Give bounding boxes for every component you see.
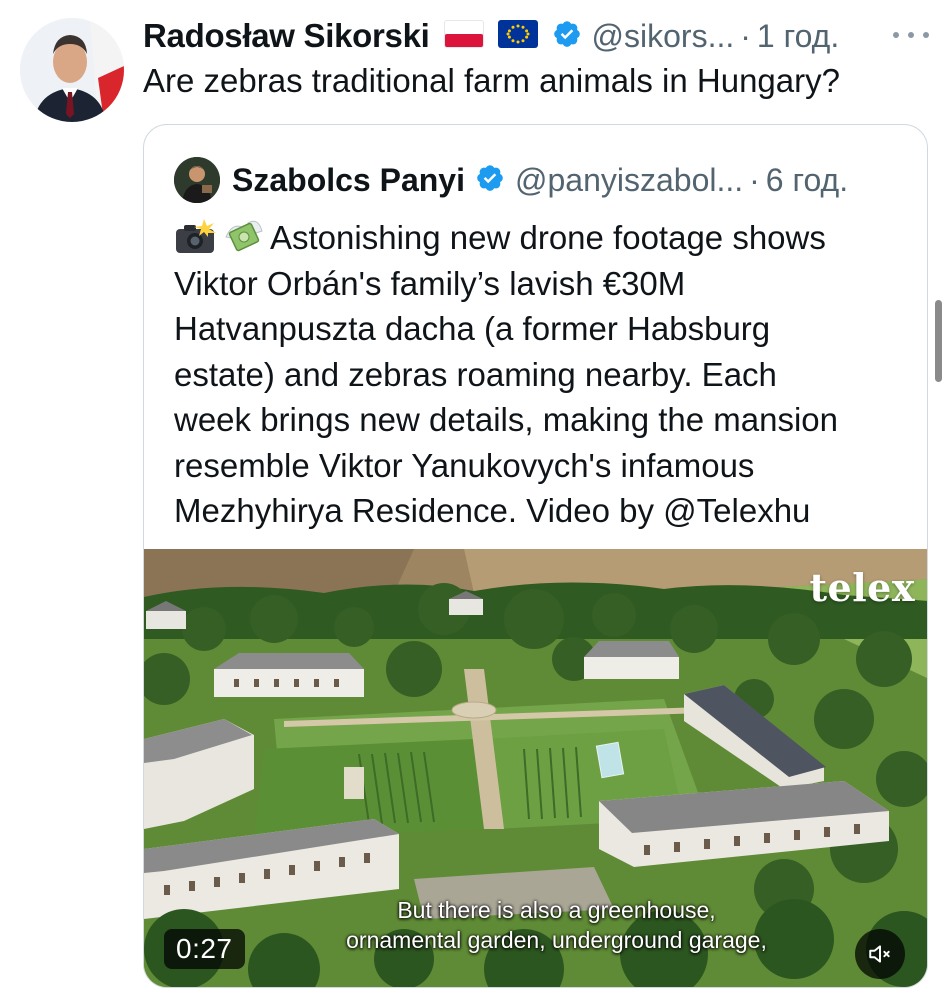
timestamp[interactable]: 1 год. xyxy=(757,18,839,55)
eu-flag-icon xyxy=(497,19,538,53)
quoted-timestamp[interactable]: 6 год. xyxy=(766,162,848,199)
muted-speaker-icon xyxy=(869,945,890,963)
quoted-author-handle[interactable]: @panyiszabol... xyxy=(515,162,743,199)
more-dots-icon xyxy=(923,32,929,38)
mute-toggle-button[interactable] xyxy=(855,929,905,979)
verified-badge-icon xyxy=(475,163,505,198)
verified-badge-icon xyxy=(552,19,582,54)
quoted-author-avatar[interactable] xyxy=(174,157,220,203)
money-wings-icon xyxy=(222,217,266,255)
video-duration: 0:27 xyxy=(164,929,245,969)
more-options-button[interactable] xyxy=(893,22,929,48)
scrollbar-thumb[interactable] xyxy=(935,300,942,382)
quoted-text-line-1: Viktor Orbán's family’s lavish €30M xyxy=(174,264,686,302)
quoted-text-line-4: week brings new details, making the mans… xyxy=(174,401,839,438)
camera-flash-icon xyxy=(174,217,218,255)
quoted-text-line: Astonishing new drone footage shows xyxy=(174,215,914,261)
tweet-header: Radosław Sikorski @sikors... · 1 год. xyxy=(143,14,839,58)
video-subtitle-line-2: ornamental garden, underground garage, xyxy=(346,927,767,953)
quoted-text-line-2: Hatvanpuszta dacha (a former Habsburg xyxy=(174,310,771,347)
quoted-tweet-card[interactable]: Szabolcs Panyi @panyiszabol... · 6 год. xyxy=(143,124,928,988)
separator-dot: · xyxy=(749,161,760,198)
quoted-text-line-6[interactable]: Mezhyhirya Residence. Video by @Telexhu xyxy=(174,488,914,534)
quoted-text-line-5: resemble Viktor Yanukovych's infamous xyxy=(174,446,755,484)
author-avatar[interactable] xyxy=(20,18,124,122)
author-handle[interactable]: @sikors... xyxy=(592,18,735,55)
separator-dot: · xyxy=(740,17,751,54)
video-subtitle-line-1: But there is also a greenhouse, xyxy=(397,897,716,923)
tweet-text: Are zebras traditional farm animals in H… xyxy=(143,62,840,99)
video-player[interactable]: telex But there is also a greenhouse, or… xyxy=(144,549,927,987)
quoted-tweet-header: Szabolcs Panyi @panyiszabol... · 6 год. xyxy=(174,155,848,205)
more-dots-icon xyxy=(893,32,899,38)
more-dots-icon xyxy=(908,32,914,38)
quoted-text-line-3: estate) and zebras roaming nearby. Each xyxy=(174,355,777,393)
author-name[interactable]: Radosław Sikorski xyxy=(143,17,430,55)
quoted-author-name[interactable]: Szabolcs Panyi xyxy=(232,162,465,199)
quoted-tweet-text: Astonishing new drone footage shows Vikt… xyxy=(174,215,914,534)
telex-watermark: telex xyxy=(809,565,915,610)
quoted-text-line-0: Astonishing new drone footage shows xyxy=(270,219,826,256)
poland-flag-icon xyxy=(443,19,484,53)
